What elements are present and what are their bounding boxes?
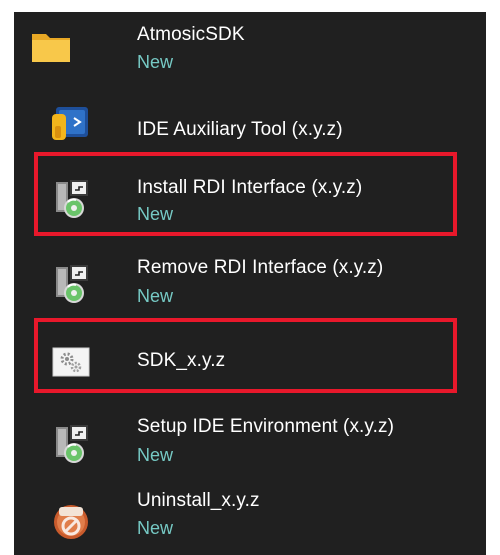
app-label: Install RDI Interface (x.y.z): [137, 177, 363, 198]
new-badge: New: [137, 204, 174, 224]
app-uninstall[interactable]: Uninstall_x.y.z New: [14, 478, 486, 555]
installer-icon: [50, 423, 92, 465]
app-setup-ide-environment[interactable]: Setup IDE Environment (x.y.z) New: [14, 402, 486, 478]
new-badge: New: [137, 52, 174, 72]
app-label: IDE Auxiliary Tool (x.y.z): [137, 119, 343, 140]
app-label: Uninstall_x.y.z: [137, 490, 260, 511]
app-label: SDK_x.y.z: [137, 350, 226, 371]
uninstall-icon: [50, 500, 92, 542]
app-sdk[interactable]: SDK_x.y.z: [14, 324, 486, 398]
app-label: Setup IDE Environment (x.y.z): [137, 416, 395, 437]
new-badge: New: [137, 518, 174, 538]
app-install-rdi-interface[interactable]: Install RDI Interface (x.y.z) New: [14, 158, 486, 238]
app-remove-rdi-interface[interactable]: Remove RDI Interface (x.y.z) New: [14, 244, 486, 320]
gears-shortcut-icon: [50, 342, 92, 384]
ide-tool-icon: [50, 104, 92, 146]
app-ide-auxiliary-tool[interactable]: IDE Auxiliary Tool (x.y.z): [14, 88, 486, 152]
new-badge: New: [137, 445, 174, 465]
new-badge: New: [137, 286, 174, 306]
folder-icon: [30, 26, 72, 68]
app-label: Remove RDI Interface (x.y.z): [137, 257, 384, 278]
folder-atmosicsdk[interactable]: AtmosicSDK New: [14, 12, 486, 86]
start-menu-app-list: AtmosicSDK New IDE Auxiliary Tool (x.y.z…: [14, 12, 486, 555]
installer-icon: [50, 263, 92, 305]
installer-icon: [50, 178, 92, 220]
folder-label: AtmosicSDK: [137, 24, 245, 45]
